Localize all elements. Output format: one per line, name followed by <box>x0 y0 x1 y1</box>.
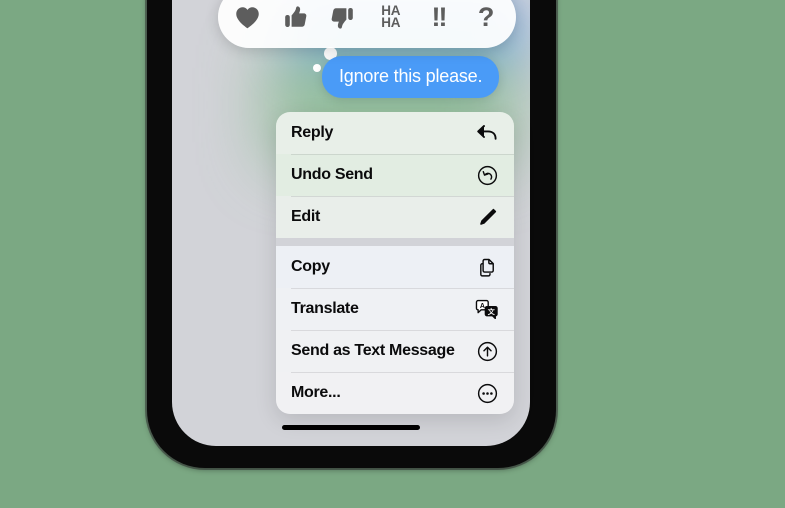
menu-item-label: Copy <box>291 258 330 275</box>
ellipsis-circle-icon <box>475 381 499 405</box>
message-bubble[interactable]: Ignore this please. <box>322 56 500 98</box>
bubble-tail-icon <box>482 76 504 98</box>
thumbs-down-icon <box>330 5 356 30</box>
menu-item-label: More... <box>291 384 341 401</box>
double-exclamation-icon: !! <box>431 1 447 32</box>
message-text: Ignore this please. <box>339 66 483 86</box>
menu-item-label: Translate <box>291 300 359 317</box>
tapback-heart-button[interactable] <box>229 0 267 37</box>
tapback-question-button[interactable]: ? <box>467 0 505 37</box>
tapback-reaction-bar[interactable]: HA HA !! ? <box>218 0 516 48</box>
menu-item-label: Undo Send <box>291 166 373 183</box>
menu-item-label: Edit <box>291 208 321 225</box>
question-mark-icon: ? <box>477 1 495 32</box>
svg-text:文: 文 <box>488 307 496 316</box>
menu-item-translate[interactable]: Translate A 文 <box>276 288 514 330</box>
menu-item-more[interactable]: More... <box>276 372 514 414</box>
reply-indicator-dot-small <box>313 64 321 72</box>
translate-bubbles-icon: A 文 <box>475 297 499 321</box>
message-bubble-container[interactable]: Ignore this please. <box>313 47 500 98</box>
undo-circle-arrow-icon <box>475 163 499 187</box>
menu-group-primary: Reply Undo Send Edit <box>276 112 514 238</box>
pencil-icon <box>475 205 499 229</box>
heart-icon <box>235 6 260 29</box>
menu-item-edit[interactable]: Edit <box>276 196 514 238</box>
tapback-exclamation-button[interactable]: !! <box>419 0 457 37</box>
haha-line-2: HA <box>381 15 401 30</box>
reply-arrow-icon <box>475 121 499 145</box>
menu-item-label: Send as Text Message <box>291 342 455 359</box>
haha-icon: HA HA <box>381 4 401 30</box>
svg-text:A: A <box>480 303 485 310</box>
menu-group-secondary: Copy Translate A 文 Send as Text Message … <box>276 246 514 414</box>
menu-item-label: Reply <box>291 124 334 141</box>
menu-group-divider <box>276 238 514 246</box>
menu-item-undo-send[interactable]: Undo Send <box>276 154 514 196</box>
copy-documents-icon <box>475 255 499 279</box>
menu-item-copy[interactable]: Copy <box>276 246 514 288</box>
tapback-thumbs-down-button[interactable] <box>324 0 362 37</box>
thumbs-up-icon <box>282 5 308 30</box>
tapback-haha-button[interactable]: HA HA <box>372 0 410 37</box>
home-indicator[interactable] <box>282 425 420 430</box>
arrow-up-circle-icon <box>475 339 499 363</box>
message-context-menu[interactable]: Reply Undo Send Edit Copy Translate A 文 … <box>276 112 514 414</box>
menu-item-send-as-text-message[interactable]: Send as Text Message <box>276 330 514 372</box>
menu-item-reply[interactable]: Reply <box>276 112 514 154</box>
tapback-thumbs-up-button[interactable] <box>276 0 314 37</box>
